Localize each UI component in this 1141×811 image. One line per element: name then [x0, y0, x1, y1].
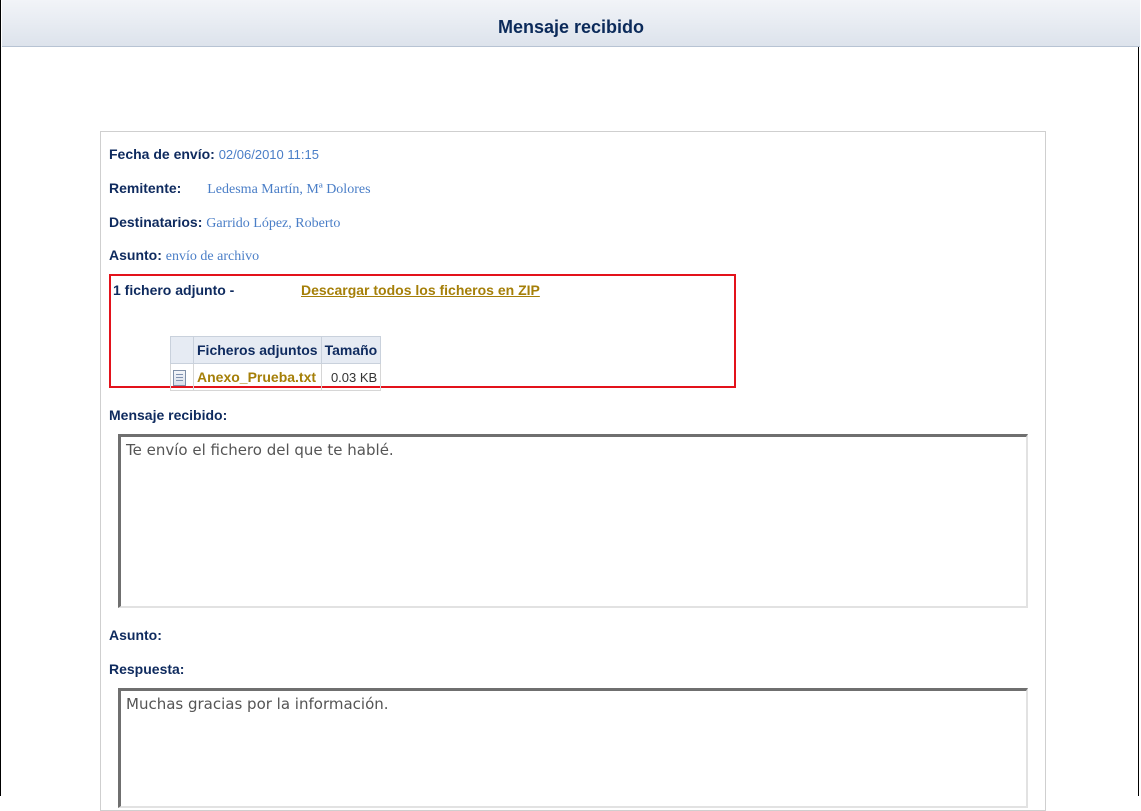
fecha-value: 02/06/2010 11:15	[218, 147, 319, 162]
download-zip-link[interactable]: Descargar todos los ficheros en ZIP	[301, 282, 540, 298]
title-bar: Mensaje recibido	[2, 0, 1140, 47]
header-ficheros: Ficheros adjuntos	[193, 336, 322, 364]
header-icon-cell	[170, 336, 194, 364]
table-row: Anexo_Prueba.txt 0.03 KB	[170, 363, 382, 391]
destinatarios-row: Destinatarios: Garrido López, Roberto	[109, 214, 340, 232]
destinatarios-label: Destinatarios:	[109, 214, 203, 230]
received-label: Mensaje recibido:	[109, 407, 228, 423]
window-title: Mensaje recibido	[497, 17, 645, 37]
asunto-row: Asunto: envío de archivo	[109, 247, 259, 265]
attachments-header-row: Ficheros adjuntos Tamaño	[170, 336, 382, 364]
file-name-cell: Anexo_Prueba.txt	[193, 363, 322, 391]
text-file-icon	[173, 369, 186, 386]
attachment-count: 1 fichero adjunto -	[113, 282, 235, 298]
file-size: 0.03 KB	[320, 363, 382, 391]
attachments-table: Ficheros adjuntos Tamaño Anexo_Prueba.tx…	[170, 336, 382, 391]
reply-asunto-row: Asunto:	[109, 627, 162, 643]
fecha-label: Fecha de envío:	[109, 146, 215, 162]
received-label-row: Mensaje recibido:	[109, 407, 227, 423]
file-icon-cell	[170, 363, 194, 391]
respuesta-row: Respuesta:	[109, 661, 184, 677]
file-download-link[interactable]: Anexo_Prueba.txt	[197, 369, 316, 385]
fecha-row: Fecha de envío: 02/06/2010 11:15	[109, 146, 319, 162]
remitente-row: Remitente: Ledesma Martín, Mª Dolores	[109, 180, 371, 198]
remitente-value: Ledesma Martín, Mª Dolores	[207, 182, 371, 197]
asunto-label: Asunto:	[109, 247, 162, 263]
remitente-label: Remitente:	[109, 180, 182, 196]
respuesta-label: Respuesta:	[109, 661, 185, 677]
asunto-value: envío de archivo	[165, 249, 260, 264]
reply-textarea[interactable]: Muchas gracias por la información.	[118, 688, 1028, 808]
received-message-textarea[interactable]: Te envío el fichero del que te hablé.	[118, 434, 1028, 608]
destinatarios-value: Garrido López, Roberto	[206, 216, 341, 231]
header-tamano: Tamaño	[320, 336, 382, 364]
reply-asunto-label: Asunto:	[109, 627, 162, 643]
